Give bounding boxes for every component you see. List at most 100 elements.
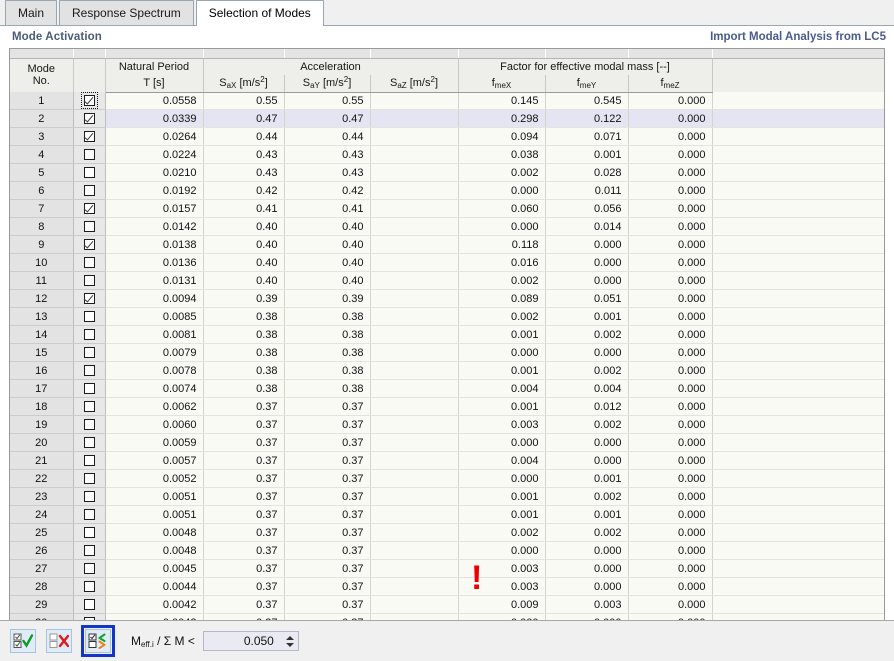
stepper-arrows[interactable] [282,632,298,650]
row-fmez[interactable]: 0.000 [628,92,713,110]
checkbox-unchecked-icon[interactable] [83,383,95,394]
limit-value-input[interactable]: 0.050 [204,634,282,648]
row-saz[interactable] [370,127,459,146]
row-mode-number[interactable]: 22 [10,469,74,488]
checkbox-checked-icon[interactable] [83,293,95,304]
row-activation-checkbox[interactable] [73,217,106,236]
table-row[interactable]: 11 0.0131 0.40 0.40 0.002 0.000 0.000 [10,271,884,290]
table-row[interactable]: 19 0.0060 0.37 0.37 0.003 0.002 0.000 [10,415,884,434]
table-row[interactable]: 2 0.0339 0.47 0.47 0.298 0.122 0.000 [10,109,884,128]
row-sax[interactable]: 0.43 [203,145,285,164]
row-natural-period[interactable]: 0.0210 [105,163,204,182]
row-natural-period[interactable]: 0.0224 [105,145,204,164]
row-sax[interactable]: 0.37 [203,487,285,506]
table-row[interactable]: 7 0.0157 0.41 0.41 0.060 0.056 0.000 [10,199,884,218]
column-header-sax[interactable]: SaX [m/s2] [203,75,285,93]
row-activation-checkbox[interactable] [73,361,106,380]
checkbox-unchecked-icon[interactable] [83,185,95,196]
row-natural-period[interactable]: 0.0558 [105,92,204,110]
row-fmez[interactable]: 0.000 [628,559,713,578]
row-say[interactable]: 0.37 [284,397,371,416]
row-fmex[interactable]: 0.000 [458,541,546,560]
row-saz[interactable] [370,92,459,110]
row-mode-number[interactable]: 24 [10,505,74,524]
row-fmex[interactable]: 0.004 [458,451,546,470]
row-natural-period[interactable]: 0.0138 [105,235,204,254]
row-say[interactable]: 0.38 [284,343,371,362]
table-row[interactable]: 9 0.0138 0.40 0.40 0.118 0.000 0.000 [10,235,884,254]
row-sax[interactable]: 0.37 [203,397,285,416]
row-activation-checkbox[interactable] [73,577,106,596]
row-natural-period[interactable]: 0.0059 [105,433,204,452]
row-fmez[interactable]: 0.000 [628,109,713,128]
table-row[interactable]: 23 0.0051 0.37 0.37 0.001 0.002 0.000 [10,487,884,506]
row-mode-number[interactable]: 20 [10,433,74,452]
row-mode-number[interactable]: 2 [10,109,74,128]
row-sax[interactable]: 0.38 [203,379,285,398]
row-say[interactable]: 0.38 [284,361,371,380]
row-activation-checkbox[interactable] [73,433,106,452]
checkbox-checked-icon[interactable] [83,95,95,106]
column-header-acceleration-group[interactable]: Acceleration [203,58,459,75]
checkbox-unchecked-icon[interactable] [83,455,95,466]
row-mode-number[interactable]: 21 [10,451,74,470]
row-saz[interactable] [370,451,459,470]
row-mode-number[interactable]: 27 [10,559,74,578]
row-fmex[interactable]: 0.002 [458,307,546,326]
row-mode-number[interactable]: 30 [10,613,74,620]
row-sax[interactable]: 0.40 [203,217,285,236]
row-say[interactable]: 0.42 [284,181,371,200]
row-fmez[interactable]: 0.000 [628,361,713,380]
row-mode-number[interactable]: 8 [10,217,74,236]
row-natural-period[interactable]: 0.0048 [105,541,204,560]
table-row[interactable]: 28 0.0044 0.37 0.37 0.003 0.000 0.000 [10,577,884,596]
row-sax[interactable]: 0.40 [203,235,285,254]
row-activation-checkbox[interactable] [73,379,106,398]
row-fmez[interactable]: 0.000 [628,199,713,218]
row-fmex[interactable]: 0.000 [458,433,546,452]
column-header-natural-period-group[interactable]: Natural Period [105,58,204,75]
row-say[interactable]: 0.37 [284,559,371,578]
row-saz[interactable] [370,523,459,542]
row-mode-number[interactable]: 17 [10,379,74,398]
row-saz[interactable] [370,469,459,488]
row-fmey[interactable]: 0.002 [545,361,629,380]
row-mode-number[interactable]: 7 [10,199,74,218]
row-mode-number[interactable]: 14 [10,325,74,344]
row-saz[interactable] [370,235,459,254]
row-natural-period[interactable]: 0.0339 [105,109,204,128]
select-all-button[interactable] [10,629,36,653]
checkbox-unchecked-icon[interactable] [83,275,95,286]
checkbox-checked-icon[interactable] [83,203,95,214]
checkbox-unchecked-icon[interactable] [83,473,95,484]
row-fmez[interactable]: 0.000 [628,271,713,290]
row-mode-number[interactable]: 12 [10,289,74,308]
row-say[interactable]: 0.37 [284,433,371,452]
row-saz[interactable] [370,595,459,614]
row-sax[interactable]: 0.37 [203,613,285,620]
row-sax[interactable]: 0.37 [203,469,285,488]
row-mode-number[interactable]: 13 [10,307,74,326]
row-saz[interactable] [370,325,459,344]
table-row[interactable]: 27 0.0045 0.37 0.37 0.003 0.000 0.000 [10,559,884,578]
row-activation-checkbox[interactable] [73,271,106,290]
row-activation-checkbox[interactable] [73,415,106,434]
row-sax[interactable]: 0.39 [203,289,285,308]
row-fmex[interactable]: 0.003 [458,577,546,596]
row-fmez[interactable]: 0.000 [628,451,713,470]
row-natural-period[interactable]: 0.0081 [105,325,204,344]
checkbox-unchecked-icon[interactable] [83,347,95,358]
row-mode-number[interactable]: 19 [10,415,74,434]
row-fmex[interactable]: 0.009 [458,595,546,614]
row-sax[interactable]: 0.37 [203,559,285,578]
column-header-mode-no[interactable]: Mode No. [10,58,74,92]
table-row[interactable]: 29 0.0042 0.37 0.37 0.009 0.003 0.000 [10,595,884,614]
row-fmey[interactable]: 0.071 [545,127,629,146]
row-say[interactable]: 0.37 [284,595,371,614]
tab-selection-of-modes[interactable]: Selection of Modes [195,0,324,26]
row-saz[interactable] [370,397,459,416]
row-fmez[interactable]: 0.000 [628,433,713,452]
row-saz[interactable] [370,577,459,596]
row-say[interactable]: 0.43 [284,163,371,182]
table-row[interactable]: 6 0.0192 0.42 0.42 0.000 0.011 0.000 [10,181,884,200]
